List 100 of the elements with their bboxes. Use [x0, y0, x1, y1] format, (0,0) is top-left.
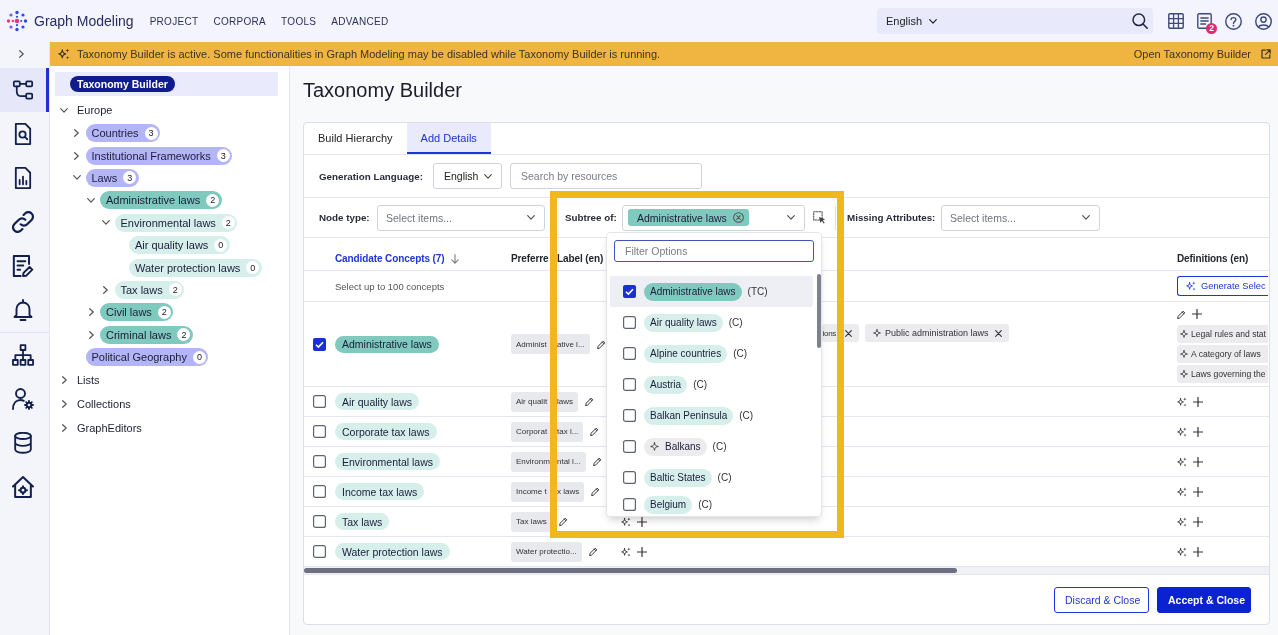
- checkbox[interactable]: [623, 409, 636, 422]
- nav-link[interactable]: ADVANCED: [331, 15, 389, 27]
- checkbox[interactable]: [623, 347, 636, 360]
- tab[interactable]: Build Hierarchy: [304, 123, 407, 154]
- plus-icon[interactable]: [1193, 426, 1203, 437]
- chevron-right-icon[interactable]: [74, 151, 79, 160]
- tree-group-label[interactable]: Collections: [77, 398, 131, 411]
- close-icon[interactable]: [994, 329, 1002, 337]
- select-cursor-icon[interactable]: [813, 211, 826, 224]
- chevron-right-icon[interactable]: [19, 50, 24, 58]
- concept-tag[interactable]: Income tax laws: [335, 483, 425, 500]
- sparkles-icon[interactable]: [1177, 456, 1187, 467]
- chevron-right-icon[interactable]: [74, 129, 79, 138]
- chevron-down-icon[interactable]: [60, 107, 68, 113]
- sparkles-icon[interactable]: [1177, 546, 1187, 557]
- nav-link[interactable]: CORPORA: [213, 15, 267, 27]
- checkbox[interactable]: [313, 425, 326, 438]
- tree-group-label[interactable]: GraphEditors: [77, 422, 142, 435]
- sparkles-icon[interactable]: [621, 546, 631, 557]
- sparkles-icon[interactable]: [1177, 396, 1187, 407]
- tab[interactable]: Add Details: [406, 123, 491, 154]
- missing-attributes-select[interactable]: Select items...: [941, 204, 1100, 231]
- language-select[interactable]: English: [886, 15, 938, 27]
- chevron-down-icon[interactable]: [101, 220, 110, 226]
- language-select[interactable]: English: [433, 163, 502, 189]
- plus-icon[interactable]: [1193, 486, 1203, 497]
- dropdown-option[interactable]: Balkans (C): [610, 431, 814, 462]
- search-field[interactable]: Search by resources: [510, 163, 702, 189]
- concept-tag[interactable]: Administrative laws 2: [100, 191, 222, 210]
- tree-row[interactable]: Taxonomy Builder: [55, 72, 278, 96]
- chevron-right-icon[interactable]: [61, 400, 67, 409]
- checkbox[interactable]: [313, 455, 326, 468]
- generate-button[interactable]: Generate Selec: [1177, 276, 1268, 296]
- help-icon[interactable]: [1225, 12, 1242, 30]
- scheme-tag[interactable]: Taxonomy Builder: [70, 76, 175, 92]
- concept-tag[interactable]: Water protection laws: [335, 543, 450, 560]
- checkbox[interactable]: [313, 515, 326, 528]
- pencil-icon[interactable]: [1177, 309, 1186, 319]
- plus-icon[interactable]: [1193, 516, 1203, 527]
- nav-link[interactable]: TOOLS: [281, 15, 317, 27]
- dropdown-option[interactable]: Administrative laws (TC): [610, 276, 814, 307]
- column-header[interactable]: Preferre Label (en): [511, 253, 604, 264]
- concept-tag[interactable]: Civil laws 2: [100, 303, 174, 322]
- definition-tag[interactable]: Laws governing the: [1177, 365, 1268, 383]
- plus-icon[interactable]: [1193, 546, 1203, 557]
- notes-icon[interactable]: [1197, 13, 1212, 29]
- plus-icon[interactable]: [1193, 396, 1203, 407]
- open-builder-link[interactable]: Open Taxonomy Builder: [1133, 48, 1271, 60]
- scrollbar-thumb[interactable]: [817, 274, 821, 348]
- concept-tag[interactable]: Institutional Frameworks 3: [85, 146, 233, 165]
- dropdown-option[interactable]: Air quality laws (C): [610, 307, 814, 338]
- chevron-right-icon[interactable]: [103, 285, 108, 294]
- sparkles-icon[interactable]: [1177, 426, 1187, 437]
- filter-field[interactable]: Filter Options: [614, 240, 814, 262]
- chevron-down-icon[interactable]: [87, 197, 95, 203]
- tree-group-label[interactable]: Europe: [77, 104, 113, 116]
- definition-tag[interactable]: Legal rules and stat: [1177, 325, 1268, 343]
- checkbox[interactable]: [623, 498, 636, 511]
- dropdown-option[interactable]: Balkan Peninsula (C): [610, 400, 814, 431]
- dropdown-option[interactable]: Austria (C): [610, 369, 814, 400]
- checkbox[interactable]: [313, 395, 326, 408]
- chevron-right-icon[interactable]: [88, 308, 94, 317]
- concept-tag[interactable]: Environmental laws 2: [114, 213, 238, 232]
- sort-arrow-icon[interactable]: [451, 253, 460, 264]
- dropdown-option[interactable]: Baltic States (C): [610, 462, 814, 493]
- chevron-right-icon[interactable]: [61, 376, 67, 385]
- subtree-select[interactable]: Administrative laws: [622, 204, 805, 231]
- pencil-icon[interactable]: [592, 457, 602, 466]
- label-tag[interactable]: Public administration laws: [865, 324, 1009, 342]
- pencil-icon[interactable]: [591, 487, 601, 496]
- concept-tag[interactable]: Tax laws: [335, 513, 390, 530]
- pencil-icon[interactable]: [596, 339, 606, 349]
- selected-tag[interactable]: Administrative laws: [628, 209, 749, 226]
- scrollbar-thumb[interactable]: [304, 568, 957, 573]
- concept-tag[interactable]: Laws 3: [85, 168, 139, 187]
- definition-tag[interactable]: A category of laws: [1177, 345, 1268, 363]
- concept-tag[interactable]: Corporate tax laws: [335, 423, 437, 440]
- checkbox[interactable]: [313, 485, 326, 498]
- chevron-right-icon[interactable]: [88, 330, 94, 339]
- checkbox[interactable]: [313, 337, 326, 351]
- checkbox[interactable]: [623, 471, 636, 484]
- checkbox[interactable]: [623, 378, 636, 391]
- plus-icon[interactable]: [1193, 456, 1203, 467]
- checkbox[interactable]: [313, 545, 326, 558]
- plus-icon[interactable]: [637, 516, 647, 527]
- pencil-icon[interactable]: [590, 427, 600, 436]
- dropdown-option[interactable]: Alpine countries (C): [610, 338, 814, 369]
- chevron-down-icon[interactable]: [72, 175, 81, 181]
- primary-button[interactable]: Accept & Close: [1157, 586, 1251, 613]
- checkbox[interactable]: [623, 285, 636, 298]
- pencil-icon[interactable]: [588, 547, 598, 556]
- sparkles-icon[interactable]: [621, 516, 631, 527]
- secondary-button[interactable]: Discard & Close: [1054, 586, 1149, 613]
- concept-tag[interactable]: Air quality laws 0: [129, 236, 230, 255]
- column-header[interactable]: Definitions (en): [1177, 253, 1249, 264]
- clear-icon[interactable]: [732, 212, 744, 223]
- chevron-right-icon[interactable]: [61, 424, 67, 433]
- concept-tag[interactable]: Tax laws 2: [114, 280, 185, 299]
- nav-link[interactable]: PROJECT: [149, 15, 199, 27]
- concept-tag[interactable]: Criminal laws 2: [100, 325, 193, 344]
